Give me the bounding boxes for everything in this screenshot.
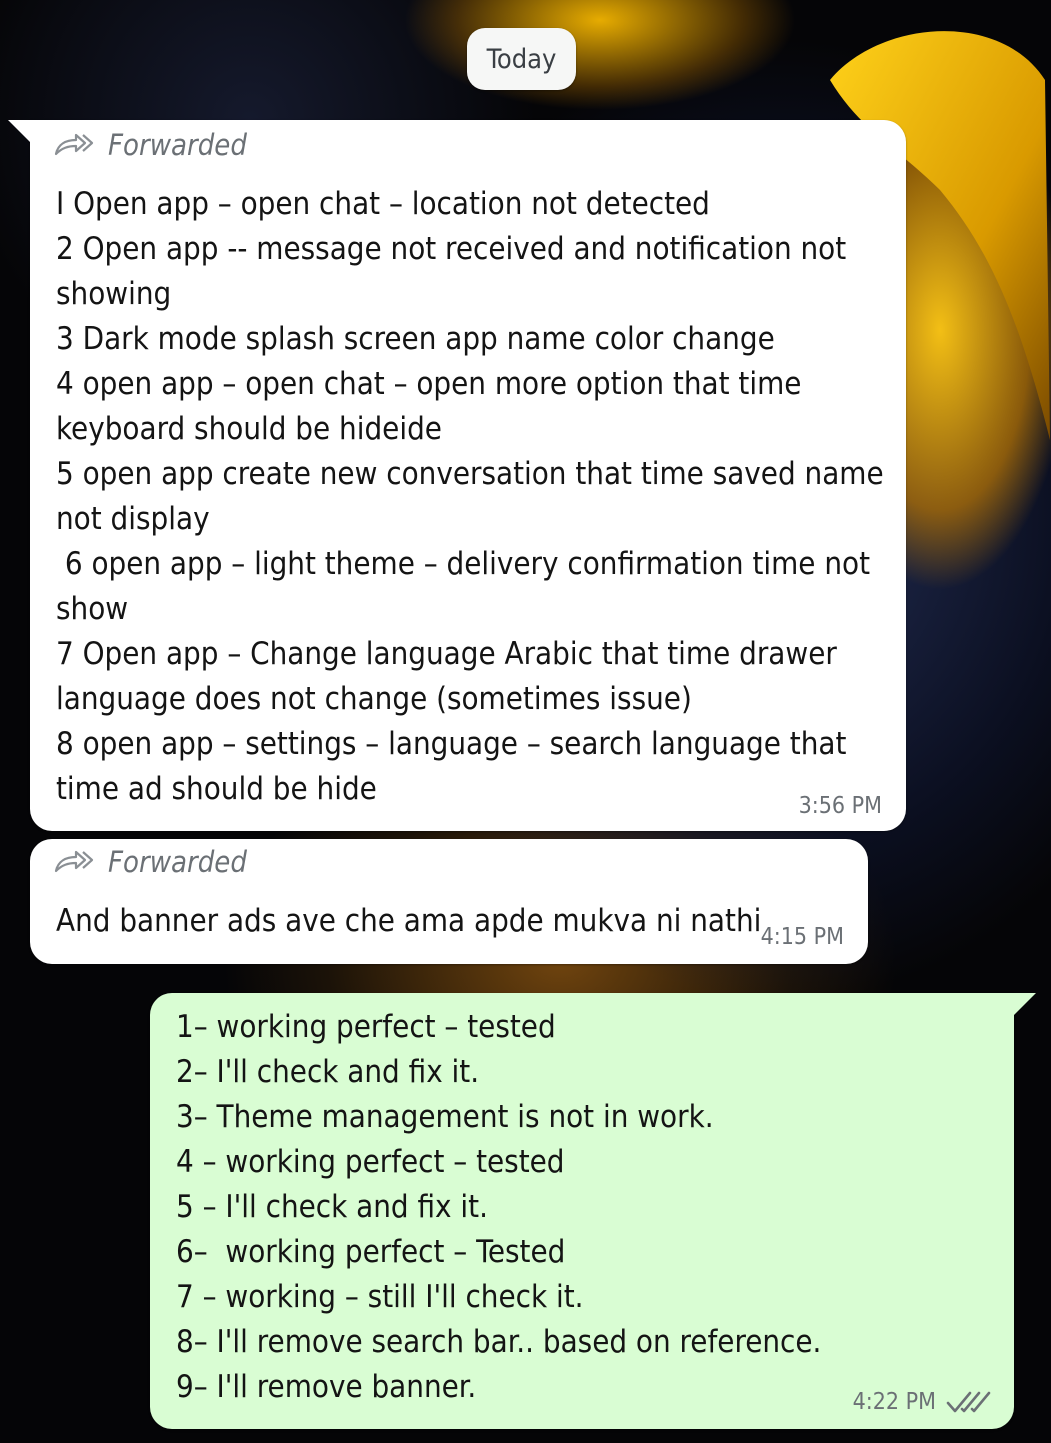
message-line: 7 Open app – Change language Arabic that… <box>56 636 837 672</box>
forwarded-label: Forwarded <box>108 128 247 162</box>
forwarded-indicator: Forwarded <box>54 128 247 162</box>
message-timestamp: 4:22 PM <box>853 1389 992 1415</box>
message-bubble-outgoing[interactable]: 1– working perfect – tested 2– I'll chec… <box>150 993 1014 1429</box>
message-line: time ad should be hide <box>56 771 377 807</box>
message-line: showing <box>56 276 172 312</box>
message-line: 8– I'll remove search bar.. based on ref… <box>176 1324 822 1360</box>
timestamp-label: 4:15 PM <box>760 924 844 950</box>
date-chip: Today <box>467 28 576 90</box>
message-line: I Open app – open chat – location not de… <box>56 186 710 222</box>
message-line: 3– Theme management is not in work. <box>176 1099 714 1135</box>
double-check-icon <box>946 1389 992 1415</box>
forwarded-label: Forwarded <box>108 845 247 879</box>
bubble-tail <box>8 120 34 146</box>
bubble-tail <box>1010 993 1036 1019</box>
message-line: 3 Dark mode splash screen app name color… <box>56 321 775 357</box>
message-line: 2– I'll check and fix it. <box>176 1054 480 1090</box>
message-line: 6– working perfect – Tested <box>176 1234 566 1270</box>
message-line: 4 – working perfect – tested <box>176 1144 565 1180</box>
message-timestamp: 3:56 PM <box>799 793 882 819</box>
message-line: 5 – I'll check and fix it. <box>176 1189 488 1225</box>
message-line: 8 open app – settings – language – searc… <box>56 726 847 762</box>
message-line: 1– working perfect – tested <box>176 1009 556 1045</box>
message-text: And banner ads ave che ama apde mukva ni… <box>56 899 761 944</box>
forwarded-indicator: Forwarded <box>54 845 247 879</box>
forward-arrow-icon <box>54 132 94 158</box>
message-bubble-incoming[interactable]: Forwarded I Open app – open chat – locat… <box>30 120 906 831</box>
timestamp-label: 4:22 PM <box>852 1389 936 1415</box>
message-line: 7 – working – still I'll check it. <box>176 1279 584 1315</box>
message-bubble-incoming[interactable]: Forwarded And banner ads ave che ama apd… <box>30 839 868 964</box>
date-chip-label: Today <box>486 43 557 75</box>
message-line: 9– I'll remove banner. <box>176 1369 477 1405</box>
message-line: show <box>56 591 129 627</box>
message-text: 1– working perfect – tested 2– I'll chec… <box>176 1005 821 1410</box>
message-line: 5 open app create new conversation that … <box>56 456 884 492</box>
forward-arrow-icon <box>54 849 94 875</box>
message-line: keyboard should be hideide <box>56 411 442 447</box>
message-line: 6 open app – light theme – delivery conf… <box>56 546 870 582</box>
timestamp-label: 3:56 PM <box>798 793 882 819</box>
message-line: 2 Open app -- message not received and n… <box>56 231 847 267</box>
message-text: I Open app – open chat – location not de… <box>56 182 884 812</box>
message-line: 4 open app – open chat – open more optio… <box>56 366 802 402</box>
message-line: not display <box>56 501 210 537</box>
message-line: And banner ads ave che ama apde mukva ni… <box>56 903 762 939</box>
message-timestamp: 4:15 PM <box>761 924 844 950</box>
message-line: language does not change (sometimes issu… <box>56 681 692 717</box>
